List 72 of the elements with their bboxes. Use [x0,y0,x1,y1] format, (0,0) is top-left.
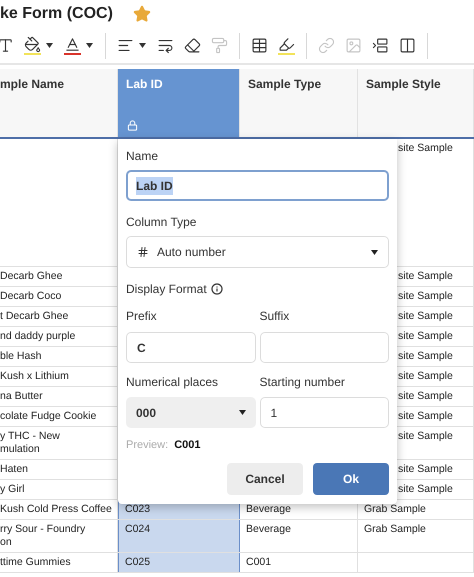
table-cell: ttime Gummies [0,556,71,569]
table-cell: y Girl [0,483,24,496]
caret-icon[interactable] [86,43,93,48]
table-cell: C001 [246,556,272,569]
table-cell: site Sample [398,310,453,323]
table-cell: t Decarb Ghee [0,310,68,323]
insert-row-icon[interactable] [372,37,389,54]
table-cell: rry Sour - Foundry on [0,523,86,549]
caret-icon [371,250,378,254]
field-label: Name [126,148,160,165]
table-cell: site Sample [398,142,453,155]
info-icon[interactable] [210,283,223,295]
caret-icon [238,410,246,415]
table-cell: Beverage [246,523,291,536]
name-field[interactable]: Lab ID [126,170,389,201]
column-header[interactable]: Sample Type [240,69,358,137]
suffix-field[interactable] [260,332,389,363]
table-cell: site Sample [398,410,453,423]
table-icon[interactable] [251,37,268,54]
wrap-text-icon[interactable] [157,37,174,54]
table-cell: Grab Sample [364,503,426,516]
table-cell: site Sample [398,330,453,343]
paint-bucket-icon[interactable] [24,36,41,55]
table-cell: Grab Sample [364,523,426,536]
table-cell: ble Hash [0,350,42,363]
numerical-places-select[interactable]: 000 [126,397,256,428]
table-cell: Kush Cold Press Coffee [0,503,112,516]
field-label: Numerical places [126,374,220,391]
table-cell: y THC - New mulation [0,430,60,456]
cancel-button[interactable]: Cancel [227,462,303,494]
table-cell: site Sample [398,463,453,476]
prefix-field[interactable]: C [126,332,256,363]
column-icon[interactable] [399,37,416,54]
eraser-icon[interactable] [184,37,201,54]
table-cell: C024 [125,523,150,536]
column-header[interactable]: Sample Style [358,69,474,137]
preview-label: Preview: [126,438,168,453]
table-cell: Decarb Coco [0,290,62,303]
table-cell: colate Fudge Cookie [0,410,96,423]
text-color-icon[interactable] [64,36,81,55]
field-label: Prefix [126,308,158,325]
table-cell: site Sample [398,430,453,443]
star-icon[interactable] [132,5,151,23]
table-cell: site Sample [398,370,453,383]
table-cell: Haten [0,463,28,476]
highlighter-icon[interactable] [278,36,295,55]
table-cell: site Sample [398,390,453,403]
starting-number-field[interactable]: 1 [260,397,389,428]
field-label: Column Type [126,214,198,231]
page-title: ke Form (COC) [0,4,113,24]
table-cell: C023 [125,503,150,516]
text-style-icon[interactable] [0,37,14,54]
field-label: Suffix [260,308,290,325]
preview-value: C001 [174,438,200,453]
table-cell: Beverage [246,503,291,516]
table-cell: nd daddy purple [0,330,76,343]
field-label: Starting number [260,374,346,391]
table-cell: site Sample [398,270,453,283]
caret-icon[interactable] [46,43,53,48]
table-cell: C025 [125,556,150,569]
caret-icon[interactable] [139,43,146,48]
table-cell: Decarb Ghee [0,270,62,283]
ok-button[interactable]: Ok [313,462,389,494]
table-cell: Kush x Lithium [0,370,69,383]
align-left-icon[interactable] [117,37,134,54]
field-label: Display Format [126,281,207,298]
column-type-select[interactable]: Auto number [126,236,389,268]
table-cell: site Sample [398,290,453,303]
table-cell: na Butter [0,390,43,403]
table-cell: site Sample [398,350,453,363]
hash-icon [137,246,149,258]
table-cell: site Sample [398,483,453,496]
